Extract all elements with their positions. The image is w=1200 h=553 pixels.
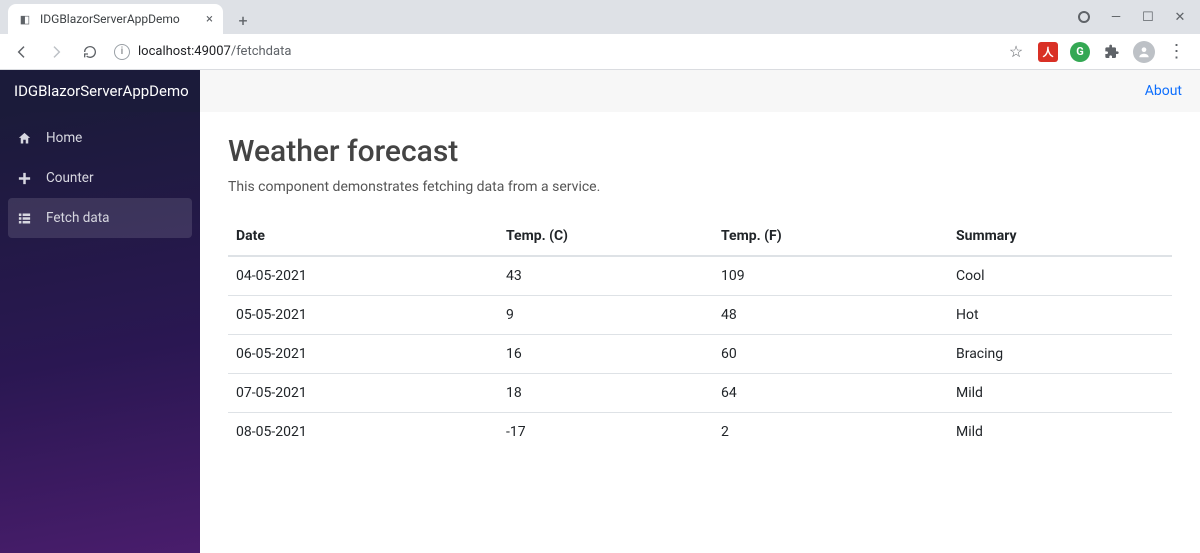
cell-temp_f: 2 [713, 413, 948, 452]
cell-summary: Mild [948, 374, 1172, 413]
table-header-row: Date Temp. (C) Temp. (F) Summary [228, 217, 1172, 256]
cell-summary: Bracing [948, 335, 1172, 374]
browser-tab[interactable]: ◧ IDGBlazorServerAppDemo × [8, 4, 223, 34]
home-icon [16, 131, 32, 146]
close-tab-icon[interactable]: × [206, 12, 213, 27]
cell-temp_f: 109 [713, 256, 948, 296]
cell-temp_c: -17 [498, 413, 713, 452]
toolbar-right: ☆ 人 G ⋮ [1004, 40, 1192, 64]
minimize-button[interactable]: — [1102, 3, 1130, 31]
availability-icon[interactable] [1070, 3, 1098, 31]
page-title: Weather forecast [228, 134, 1172, 169]
cell-temp_f: 64 [713, 374, 948, 413]
cell-summary: Mild [948, 413, 1172, 452]
brand-title: IDGBlazorServerAppDemo [0, 70, 200, 112]
table-row: 05-05-2021948Hot [228, 296, 1172, 335]
sidebar-item-fetch-data[interactable]: Fetch data [8, 198, 192, 238]
main-content: Weather forecast This component demonstr… [200, 112, 1200, 553]
url-host: localhost:49007 [138, 44, 231, 59]
maximize-button[interactable]: ☐ [1134, 3, 1162, 31]
cell-temp_c: 16 [498, 335, 713, 374]
plus-icon [16, 171, 32, 186]
table-row: 04-05-202143109Cool [228, 256, 1172, 296]
close-window-button[interactable]: ✕ [1166, 3, 1194, 31]
cell-summary: Cool [948, 256, 1172, 296]
about-link[interactable]: About [1145, 83, 1182, 99]
profile-avatar[interactable] [1132, 40, 1156, 64]
extensions-icon[interactable] [1100, 40, 1124, 64]
new-tab-button[interactable]: + [229, 6, 257, 34]
cell-date: 08-05-2021 [228, 413, 498, 452]
cell-date: 04-05-2021 [228, 256, 498, 296]
site-info-icon[interactable]: i [114, 44, 130, 60]
app-body: Home Counter Fetch data Weather forecast… [0, 112, 1200, 553]
col-header-date: Date [228, 217, 498, 256]
table-row: 08-05-2021-172Mild [228, 413, 1172, 452]
cell-temp_c: 18 [498, 374, 713, 413]
table-row: 07-05-20211864Mild [228, 374, 1172, 413]
col-header-temp-f: Temp. (F) [713, 217, 948, 256]
list-icon [16, 211, 32, 226]
cell-summary: Hot [948, 296, 1172, 335]
top-nav: About [200, 70, 1200, 112]
sidebar: Home Counter Fetch data [0, 112, 200, 553]
address-bar[interactable]: i localhost:49007/fetchdata [110, 44, 998, 60]
chrome-menu-icon[interactable]: ⋮ [1164, 40, 1188, 64]
col-header-temp-c: Temp. (C) [498, 217, 713, 256]
url-path: /fetchdata [231, 44, 292, 59]
tab-strip: ◧ IDGBlazorServerAppDemo × + — ☐ ✕ [0, 0, 1200, 34]
cell-temp_f: 60 [713, 335, 948, 374]
browser-toolbar: i localhost:49007/fetchdata ☆ 人 G ⋮ [0, 34, 1200, 70]
back-button[interactable] [8, 38, 36, 66]
cell-temp_c: 9 [498, 296, 713, 335]
cell-date: 05-05-2021 [228, 296, 498, 335]
tab-title: IDGBlazorServerAppDemo [40, 12, 198, 26]
sidebar-item-counter[interactable]: Counter [0, 158, 200, 198]
window-controls: — ☐ ✕ [1070, 0, 1200, 34]
reload-button[interactable] [76, 38, 104, 66]
col-header-summary: Summary [948, 217, 1172, 256]
sidebar-item-home[interactable]: Home [0, 118, 200, 158]
browser-chrome: ◧ IDGBlazorServerAppDemo × + — ☐ ✕ i loc… [0, 0, 1200, 70]
sidebar-item-label: Fetch data [46, 210, 109, 226]
sidebar-item-label: Counter [46, 170, 94, 186]
cell-date: 06-05-2021 [228, 335, 498, 374]
cell-temp_f: 48 [713, 296, 948, 335]
extension-pdf-icon[interactable]: 人 [1036, 40, 1060, 64]
forecast-table: Date Temp. (C) Temp. (F) Summary 04-05-2… [228, 217, 1172, 451]
table-row: 06-05-20211660Bracing [228, 335, 1172, 374]
sidebar-item-label: Home [46, 130, 82, 146]
page-lead: This component demonstrates fetching dat… [228, 179, 1172, 195]
app-header: IDGBlazorServerAppDemo About [0, 70, 1200, 112]
forward-button[interactable] [42, 38, 70, 66]
favicon-icon: ◧ [18, 12, 32, 26]
cell-date: 07-05-2021 [228, 374, 498, 413]
extension-grammarly-icon[interactable]: G [1068, 40, 1092, 64]
cell-temp_c: 43 [498, 256, 713, 296]
bookmark-icon[interactable]: ☆ [1004, 40, 1028, 64]
